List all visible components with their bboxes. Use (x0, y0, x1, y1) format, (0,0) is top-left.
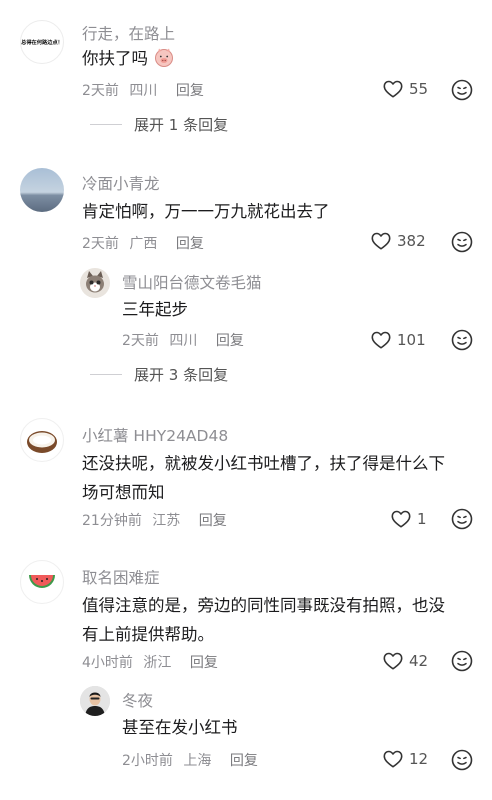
like-button[interactable]: 101 (370, 328, 426, 352)
expand-replies-label: 展开 3 条回复 (134, 366, 229, 384)
watermelon-avatar-icon (29, 575, 55, 588)
emoji-face-icon[interactable] (450, 507, 474, 531)
person-avatar-icon (80, 686, 110, 716)
heart-outline-icon (370, 230, 392, 252)
expand-replies-button[interactable]: 展开 1 条回复 (90, 114, 228, 135)
comment-text: 你扶了吗 (82, 44, 175, 73)
expand-replies-label: 展开 1 条回复 (134, 116, 229, 134)
comment-text: 值得注意的是，旁边的同性同事既没有拍照，也没 有上前提供帮助。 (82, 591, 445, 649)
like-count: 101 (397, 331, 426, 349)
reply-text: 三年起步 (122, 300, 188, 319)
expand-replies-button[interactable]: 展开 3 条回复 (90, 364, 228, 385)
avatar-text: 总得在何路边点！ (21, 40, 63, 46)
like-button[interactable]: 382 (370, 229, 426, 253)
emoji-face-icon[interactable] (450, 649, 474, 673)
comment-meta: 4小时前 浙江 回复 (82, 652, 218, 672)
like-button[interactable]: 42 (382, 649, 428, 673)
comment-author[interactable]: 小红薯 HHY24AD48 (82, 424, 228, 446)
comment-location: 广西 (129, 236, 158, 252)
comment-time: 2天前 (82, 236, 119, 252)
comment-text-line: 场可想而知 (82, 483, 165, 502)
reply-button[interactable]: 回复 (176, 83, 204, 99)
emoji-face-icon[interactable] (450, 748, 474, 772)
comment-text: 还没扶呢，就被发小红书吐槽了，扶了得是什么下 场可想而知 (82, 449, 445, 507)
reply-meta: 2天前 四川 回复 (122, 330, 244, 350)
avatar[interactable]: 总得在何路边点！ (20, 20, 64, 64)
avatar[interactable] (80, 686, 110, 716)
reply-button[interactable]: 回复 (199, 513, 227, 529)
reply-button[interactable]: 回复 (216, 333, 244, 349)
coconut-avatar-icon (27, 431, 57, 453)
reply-time: 2小时前 (122, 753, 173, 769)
cat-avatar-icon (86, 271, 104, 293)
reply-time: 2天前 (122, 333, 159, 349)
like-count: 12 (409, 750, 429, 768)
like-button[interactable]: 12 (382, 747, 428, 771)
comment-meta: 21分钟前 江苏 回复 (82, 510, 227, 530)
comment-time: 21分钟前 (82, 513, 142, 529)
reply-button[interactable]: 回复 (230, 753, 258, 769)
comment-text-content: 你扶了吗 (82, 49, 148, 68)
reply-button[interactable]: 回复 (190, 655, 218, 671)
like-count: 55 (409, 80, 429, 98)
comment-author[interactable]: 冷面小青龙 (82, 172, 160, 194)
comment-time: 2天前 (82, 83, 119, 99)
comment-text: 肯定怕啊，万一一万九就花出去了 (82, 202, 330, 221)
heart-outline-icon (382, 650, 404, 672)
comment-location: 四川 (129, 83, 158, 99)
like-button[interactable]: 55 (382, 77, 428, 101)
avatar[interactable] (20, 168, 64, 212)
emoji-face-icon[interactable] (450, 78, 474, 102)
comment-text-line: 有上前提供帮助。 (82, 625, 214, 644)
heart-outline-icon (382, 748, 404, 770)
like-button[interactable]: 1 (390, 507, 427, 531)
emoji-face-icon[interactable] (450, 328, 474, 352)
like-count: 42 (409, 652, 429, 670)
comment-meta: 2天前 四川 回复 (82, 80, 204, 100)
reply-location: 四川 (169, 333, 198, 349)
heart-outline-icon (382, 78, 404, 100)
like-count: 382 (397, 232, 426, 250)
comment-time: 4小时前 (82, 655, 133, 671)
reply-author[interactable]: 冬夜 (122, 689, 153, 711)
divider-line (90, 374, 122, 375)
comment-location: 江苏 (152, 513, 181, 529)
avatar[interactable] (20, 560, 64, 604)
emoji-face-icon[interactable] (450, 230, 474, 254)
comment-author[interactable]: 行走，在路上 (82, 22, 175, 44)
reply-text: 甚至在发小红书 (122, 718, 238, 737)
reply-author[interactable]: 雪山阳台德文卷毛猫 (122, 271, 262, 293)
divider-line (90, 124, 122, 125)
avatar[interactable] (80, 268, 110, 298)
comment-location: 浙江 (143, 655, 172, 671)
reply-location: 上海 (183, 753, 212, 769)
like-count: 1 (417, 510, 427, 528)
comment-text-line: 值得注意的是，旁边的同性同事既没有拍照，也没 (82, 596, 445, 615)
heart-outline-icon (370, 329, 392, 351)
comment-meta: 2天前 广西 回复 (82, 233, 204, 253)
reply-button[interactable]: 回复 (176, 236, 204, 252)
heart-outline-icon (390, 508, 412, 530)
comment-text-line: 还没扶呢，就被发小红书吐槽了，扶了得是什么下 (82, 454, 445, 473)
reply-meta: 2小时前 上海 回复 (122, 750, 258, 770)
avatar[interactable] (20, 418, 64, 462)
pig-emoji-icon (155, 48, 174, 67)
comment-author[interactable]: 取名困难症 (82, 566, 160, 588)
